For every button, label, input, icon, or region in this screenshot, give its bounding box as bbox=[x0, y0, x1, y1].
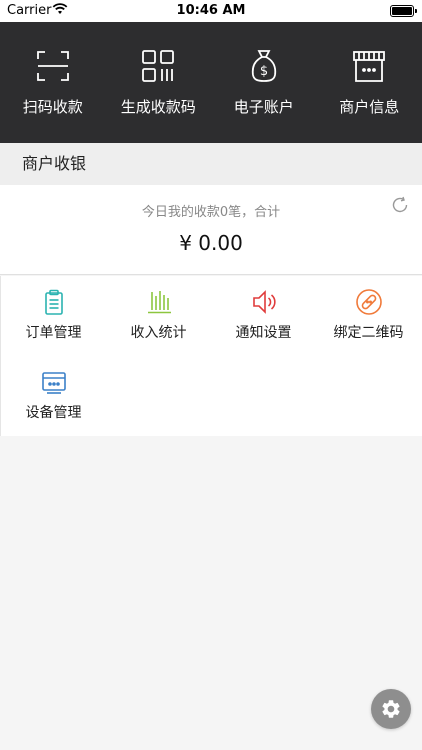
summary-amount: ¥ 0.00 bbox=[179, 231, 243, 255]
settings-fab[interactable] bbox=[371, 689, 411, 729]
bind-qr-label: 绑定二维码 bbox=[333, 325, 404, 341]
speaker-icon bbox=[252, 290, 276, 314]
generate-code-label: 生成收款码 bbox=[120, 98, 196, 116]
refresh-icon[interactable] bbox=[390, 195, 410, 215]
merchant-info-label: 商户信息 bbox=[339, 98, 400, 116]
e-account-button[interactable]: $ 电子账户 bbox=[211, 22, 317, 143]
status-bar: Carrier 10:46 AM bbox=[0, 0, 422, 22]
battery-icon bbox=[390, 5, 417, 17]
device-icon bbox=[41, 372, 66, 394]
function-grid: 订单管理 收入统计 通知设置 绑定二维码 设备管理 bbox=[0, 276, 422, 436]
bind-qr-button[interactable]: 绑定二维码 bbox=[316, 276, 421, 356]
device-management-button[interactable]: 设备管理 bbox=[1, 356, 106, 436]
clipboard-icon bbox=[44, 289, 63, 315]
notification-settings-label: 通知设置 bbox=[235, 325, 292, 341]
scan-payment-label: 扫码收款 bbox=[22, 98, 83, 116]
bandage-icon bbox=[355, 289, 382, 315]
top-action-bar: 扫码收款 生成收款码 $ 电子账户 商户信息 bbox=[0, 22, 422, 143]
money-bag-icon: $ bbox=[251, 50, 276, 82]
store-icon bbox=[353, 51, 386, 82]
summary-description: 今日我的收款0笔，合计 bbox=[141, 205, 281, 220]
today-summary: 今日我的收款0笔，合计 ¥ 0.00 bbox=[0, 185, 422, 275]
section-title: 商户收银 bbox=[0, 143, 422, 185]
e-account-label: 电子账户 bbox=[233, 98, 294, 116]
order-management-label: 订单管理 bbox=[25, 325, 82, 341]
income-stats-button[interactable]: 收入统计 bbox=[106, 276, 211, 356]
scan-icon bbox=[36, 51, 69, 81]
income-stats-label: 收入统计 bbox=[130, 325, 187, 341]
order-management-button[interactable]: 订单管理 bbox=[1, 276, 106, 356]
generate-code-button[interactable]: 生成收款码 bbox=[106, 22, 212, 143]
qr-code-icon bbox=[142, 50, 175, 82]
svg-text:$: $ bbox=[260, 64, 268, 79]
device-management-label: 设备管理 bbox=[25, 405, 82, 421]
merchant-info-button[interactable]: 商户信息 bbox=[317, 22, 422, 143]
scan-payment-button[interactable]: 扫码收款 bbox=[0, 22, 106, 143]
gear-icon bbox=[382, 700, 400, 718]
notification-settings-button[interactable]: 通知设置 bbox=[211, 276, 316, 356]
status-time: 10:46 AM bbox=[176, 3, 246, 18]
bar-stats-icon bbox=[147, 291, 171, 314]
